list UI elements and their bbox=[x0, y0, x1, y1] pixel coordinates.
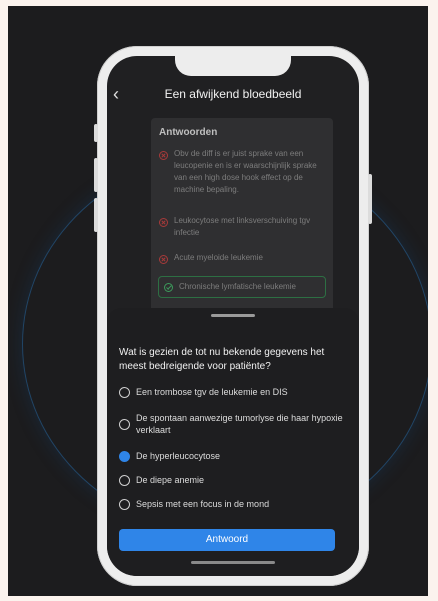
phone-notch bbox=[175, 56, 291, 76]
phone-side-button bbox=[368, 174, 372, 224]
x-circle-icon bbox=[159, 255, 168, 264]
radio-selected-icon[interactable] bbox=[119, 451, 130, 462]
answer-text: Leukocytose met linksverschuiving tgv in… bbox=[174, 216, 311, 237]
page-title: Een afwijkend bloedbeeld bbox=[164, 87, 302, 101]
home-indicator[interactable] bbox=[191, 561, 275, 564]
answer-item: Acute myeloide leukemie bbox=[159, 252, 329, 264]
check-circle-icon bbox=[164, 283, 173, 292]
x-circle-icon bbox=[159, 151, 168, 160]
option-4[interactable]: De diepe anemie bbox=[119, 474, 347, 486]
answer-text: Obv de diff is er juist sprake van een l… bbox=[174, 149, 317, 194]
phone-side-button bbox=[94, 124, 98, 142]
phone-frame: ‹ Een afwijkend bloedbeeld Antwoorden Ob… bbox=[94, 46, 372, 586]
answer-button[interactable]: Antwoord bbox=[119, 529, 335, 551]
phone-side-button bbox=[94, 158, 98, 192]
phone-side-button bbox=[94, 198, 98, 232]
option-label: Een trombose tgv de leukemie en DIS bbox=[136, 387, 288, 397]
option-label: De diepe anemie bbox=[136, 475, 205, 485]
answer-text: Acute myeloide leukemie bbox=[174, 253, 263, 262]
question-text: Wat is gezien de tot nu bekende gegevens… bbox=[119, 347, 325, 372]
x-circle-icon bbox=[159, 218, 168, 227]
radio-icon[interactable] bbox=[119, 499, 130, 510]
radio-icon[interactable] bbox=[119, 475, 130, 486]
phone-screen: ‹ Een afwijkend bloedbeeld Antwoorden Ob… bbox=[107, 56, 359, 576]
question-sheet: Wat is gezien de tot nu bekende gegevens… bbox=[107, 308, 359, 576]
option-label: Sepsis met een focus in de mond bbox=[136, 499, 270, 509]
nav-bar: ‹ Een afwijkend bloedbeeld bbox=[107, 80, 359, 110]
answer-item: Leukocytose met linksverschuiving tgv in… bbox=[159, 215, 329, 239]
radio-icon[interactable] bbox=[119, 387, 130, 398]
background-stage: ‹ Een afwijkend bloedbeeld Antwoorden Ob… bbox=[8, 6, 428, 596]
option-1[interactable]: Een trombose tgv de leukemie en DIS bbox=[119, 386, 347, 398]
answer-item-correct: Chronische lymfatische leukemie bbox=[158, 276, 326, 298]
option-label: De spontaan aanwezige tumorlyse die haar… bbox=[136, 413, 343, 435]
answer-text: Chronische lymfatische leukemie bbox=[179, 282, 296, 291]
drag-handle[interactable] bbox=[211, 314, 255, 317]
option-label: De hyperleucocytose bbox=[136, 451, 221, 461]
option-3[interactable]: De hyperleucocytose bbox=[119, 450, 347, 462]
answer-item: Obv de diff is er juist sprake van een l… bbox=[159, 148, 329, 196]
option-5[interactable]: Sepsis met een focus in de mond bbox=[119, 498, 347, 510]
radio-icon[interactable] bbox=[119, 419, 130, 430]
answers-title: Antwoorden bbox=[159, 127, 218, 138]
option-2[interactable]: De spontaan aanwezige tumorlyse die haar… bbox=[119, 412, 347, 436]
